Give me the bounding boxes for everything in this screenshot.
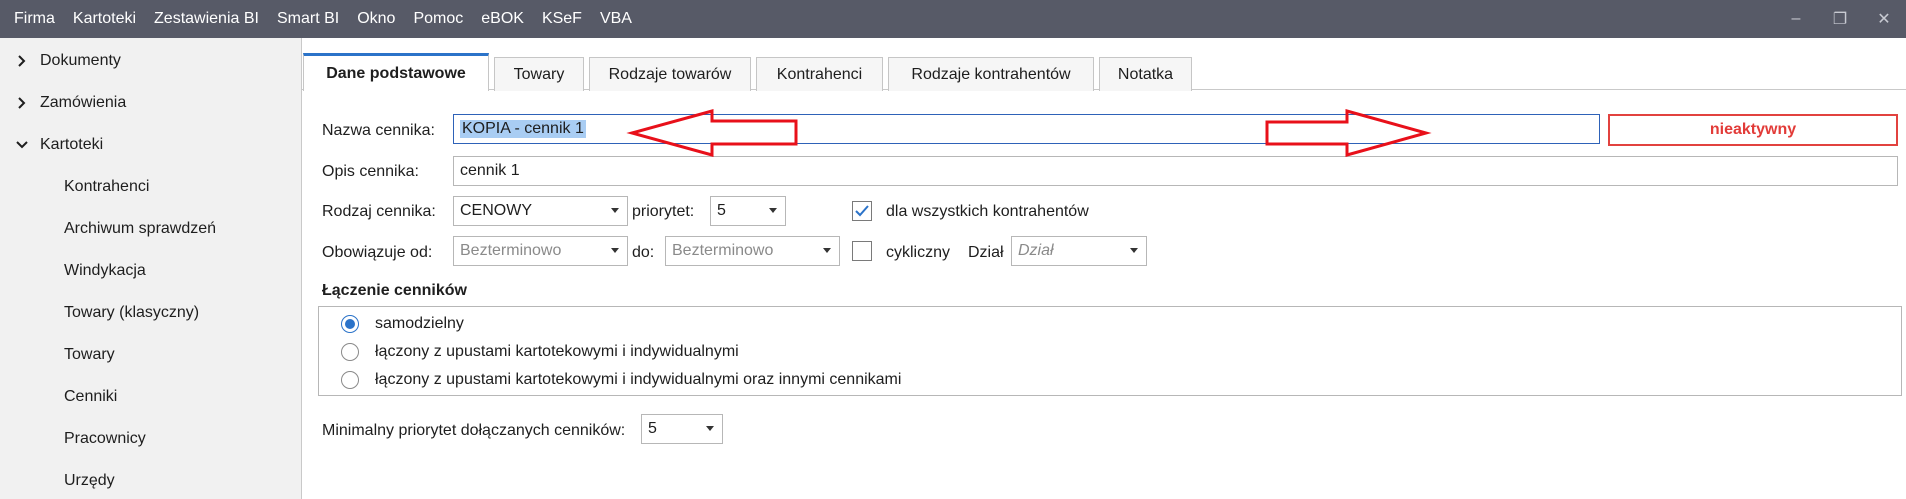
restore-button[interactable]: ❐ <box>1818 0 1862 38</box>
tab-kontrahenci[interactable]: Kontrahenci <box>756 57 883 91</box>
sidebar-item-windykacja[interactable]: Windykacja <box>0 250 301 292</box>
status-badge: nieaktywny <box>1608 114 1898 146</box>
all-contractors-checkbox[interactable] <box>852 201 872 221</box>
chevron-down-icon <box>823 248 831 253</box>
menu-ebok[interactable]: eBOK <box>475 10 530 28</box>
priority-value: 5 <box>717 202 726 219</box>
name-value: KOPIA - cennik 1 <box>460 120 586 138</box>
sidebar-group-zamowienia[interactable]: Zamówienia <box>0 82 301 124</box>
valid-from-value: Bezterminowo <box>460 242 562 259</box>
menu-bar: Firma Kartoteki Zestawienia BI Smart BI … <box>0 0 1906 38</box>
tab-rodzaje-kontrahentow[interactable]: Rodzaje kontrahentów <box>888 57 1094 91</box>
department-select[interactable]: Dział <box>1011 236 1147 266</box>
menu-items: Firma Kartoteki Zestawienia BI Smart BI … <box>0 0 644 38</box>
menu-ksef[interactable]: KSeF <box>536 10 588 28</box>
description-value: cennik 1 <box>460 162 520 179</box>
sidebar-group-kartoteki[interactable]: Kartoteki <box>0 124 301 166</box>
priority-select[interactable]: 5 <box>710 196 786 226</box>
close-button[interactable]: ✕ <box>1862 0 1906 38</box>
merge-option-label: łączony z upustami kartotekowymi i indyw… <box>375 343 739 360</box>
valid-from-select[interactable]: Bezterminowo <box>453 236 628 266</box>
sidebar-group-label: Dokumenty <box>40 52 121 69</box>
chevron-down-icon <box>1130 248 1138 253</box>
to-label: do: <box>632 244 655 261</box>
sidebar-item-pracownicy[interactable]: Pracownicy <box>0 418 301 460</box>
tab-towary[interactable]: Towary <box>494 57 584 91</box>
sidebar-group-dokumenty[interactable]: Dokumenty <box>0 40 301 82</box>
sidebar: Dokumenty Zamówienia Kartoteki Kontrahen… <box>0 38 302 499</box>
tab-notatka[interactable]: Notatka <box>1099 57 1192 91</box>
all-contractors-label: dla wszystkich kontrahentów <box>886 203 1089 220</box>
min-priority-label: Minimalny priorytet dołączanych cenników… <box>322 422 626 439</box>
merge-radio-with-other-pricelists[interactable] <box>341 371 359 389</box>
cyclic-label: cykliczny <box>886 244 951 261</box>
description-input[interactable]: cennik 1 <box>453 156 1898 186</box>
menu-zestawienia-bi[interactable]: Zestawienia BI <box>148 10 265 28</box>
sidebar-item-towary-klasyczny[interactable]: Towary (klasyczny) <box>0 292 301 334</box>
menu-firma[interactable]: Firma <box>8 10 61 28</box>
chevron-down-icon <box>611 208 619 213</box>
department-placeholder: Dział <box>1018 242 1054 259</box>
close-icon: ✕ <box>1877 11 1891 28</box>
window-controls: – ❐ ✕ <box>1774 0 1906 38</box>
type-value: CENOWY <box>460 202 532 219</box>
chevron-right-icon <box>12 51 32 71</box>
merge-radio-standalone[interactable] <box>341 315 359 333</box>
tab-dane-podstawowe[interactable]: Dane podstawowe <box>303 53 489 91</box>
sidebar-item-towary[interactable]: Towary <box>0 334 301 376</box>
chevron-right-icon <box>12 93 32 113</box>
chevron-down-icon <box>706 426 714 431</box>
department-label: Dział <box>968 244 1004 261</box>
type-label: Rodzaj cennika: <box>322 203 436 220</box>
priority-label: priorytet: <box>632 203 695 220</box>
merge-radio-with-discounts[interactable] <box>341 343 359 361</box>
type-select[interactable]: CENOWY <box>453 196 628 226</box>
name-input[interactable]: KOPIA - cennik 1 <box>453 114 1600 144</box>
description-label: Opis cennika: <box>322 163 419 180</box>
chevron-down-icon <box>12 135 32 155</box>
valid-to-value: Bezterminowo <box>672 242 774 259</box>
minimize-icon: – <box>1791 10 1801 27</box>
valid-to-select[interactable]: Bezterminowo <box>665 236 840 266</box>
tab-rodzaje-towarow[interactable]: Rodzaje towarów <box>589 57 751 91</box>
menu-okno[interactable]: Okno <box>351 10 401 28</box>
sidebar-item-archiwum-sprawdzen[interactable]: Archiwum sprawdzeń <box>0 208 301 250</box>
minimize-button[interactable]: – <box>1774 0 1818 38</box>
merge-section-title: Łączenie cenników <box>322 282 467 299</box>
restore-icon: ❐ <box>1832 11 1848 28</box>
sidebar-item-urzedy[interactable]: Urzędy <box>0 460 301 499</box>
valid-from-label: Obowiązuje od: <box>322 244 433 261</box>
sidebar-item-kontrahenci[interactable]: Kontrahenci <box>0 166 301 208</box>
chevron-down-icon <box>769 208 777 213</box>
min-priority-value: 5 <box>648 420 657 437</box>
menu-smart-bi[interactable]: Smart BI <box>271 10 345 28</box>
menu-vba[interactable]: VBA <box>594 10 638 28</box>
menu-pomoc[interactable]: Pomoc <box>407 10 469 28</box>
min-priority-select[interactable]: 5 <box>641 414 723 444</box>
merge-option-label: łączony z upustami kartotekowymi i indyw… <box>375 371 902 388</box>
chevron-down-icon <box>611 248 619 253</box>
name-label: Nazwa cennika: <box>322 122 435 139</box>
tab-bar: Dane podstawowe Towary Rodzaje towarów K… <box>302 38 1906 91</box>
merge-options-group: samodzielny łączony z upustami kartoteko… <box>318 306 1902 396</box>
sidebar-group-label: Kartoteki <box>40 136 104 153</box>
sidebar-group-label: Zamówienia <box>40 94 127 111</box>
menu-kartoteki[interactable]: Kartoteki <box>67 10 142 28</box>
checkmark-icon <box>855 205 869 217</box>
cyclic-checkbox[interactable] <box>852 241 872 261</box>
merge-option-label: samodzielny <box>375 315 464 332</box>
sidebar-item-cenniki[interactable]: Cenniki <box>0 376 301 418</box>
main-content: Dane podstawowe Towary Rodzaje towarów K… <box>302 38 1906 499</box>
